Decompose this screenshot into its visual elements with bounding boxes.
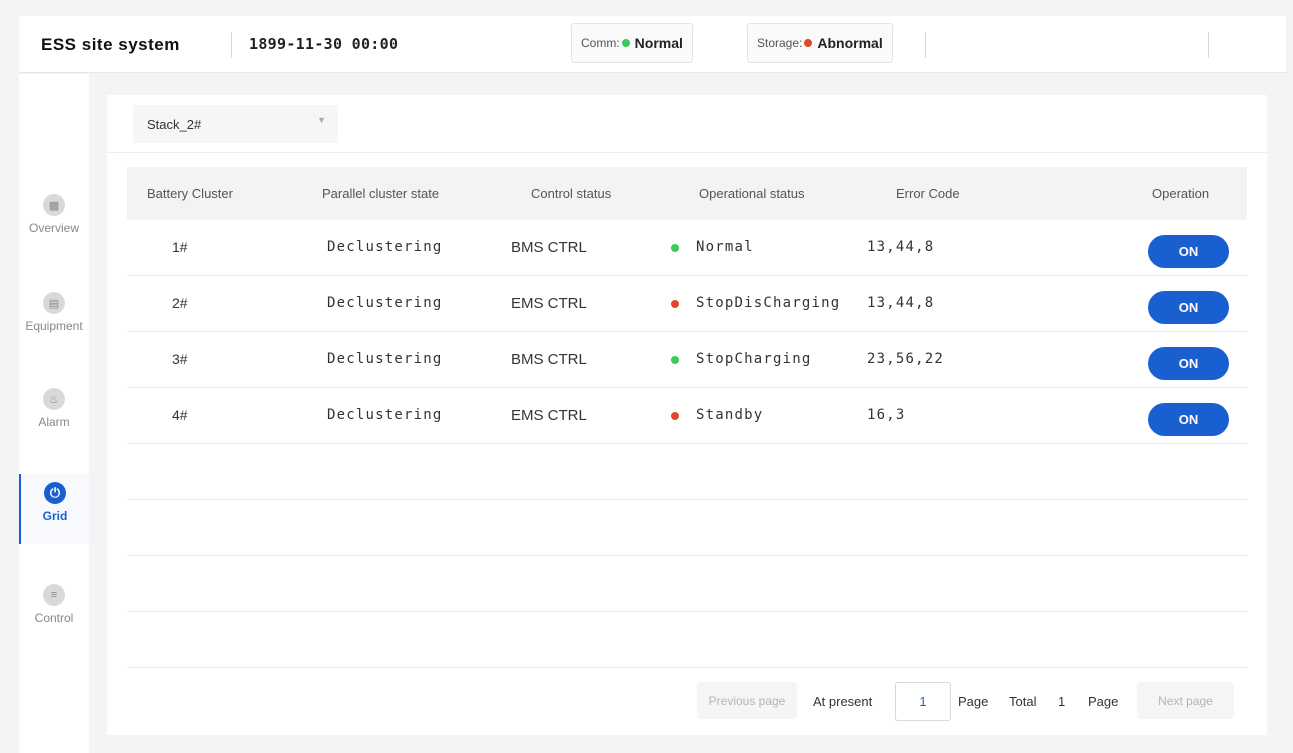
power-icon: ⏻ bbox=[44, 482, 66, 504]
operational-status: Standby bbox=[696, 407, 764, 423]
control-status: EMS CTRL bbox=[511, 295, 587, 312]
alarm-icon: ♨ bbox=[43, 388, 65, 410]
comm-status-badge: Comm: Normal bbox=[571, 23, 693, 63]
empty-table-row bbox=[127, 500, 1247, 556]
status-dot bbox=[671, 300, 679, 308]
storage-status-value: Abnormal bbox=[817, 35, 883, 51]
parallel-state: Declustering bbox=[327, 295, 443, 311]
sidebar-nav: ▩ Overview ▤ Equipment ♨ Alarm ⏻ Grid ≡ … bbox=[19, 74, 89, 753]
stack-select[interactable]: Stack_2# ▼ bbox=[133, 105, 338, 143]
error-code: 23,56,22 bbox=[867, 351, 945, 367]
on-button[interactable]: ON bbox=[1148, 291, 1229, 324]
total-pages: 1 bbox=[1058, 694, 1066, 709]
stack-select-value: Stack_2# bbox=[147, 117, 202, 132]
next-page-button[interactable]: Next page bbox=[1137, 682, 1234, 719]
operational-status: Normal bbox=[696, 239, 754, 255]
table-row: 1# Declustering BMS CTRL Normal 13,44,8 … bbox=[127, 220, 1247, 276]
column-header-operational: Operational status bbox=[699, 186, 805, 201]
sidebar-item-control[interactable]: ≡ Control bbox=[19, 576, 89, 646]
table-row: 4# Declustering EMS CTRL Standby 16,3 ON bbox=[127, 388, 1247, 444]
header-divider bbox=[1208, 32, 1209, 58]
divider bbox=[107, 152, 1267, 153]
sidebar-item-equipment[interactable]: ▤ Equipment bbox=[19, 284, 89, 354]
error-code: 13,44,8 bbox=[867, 239, 935, 255]
previous-page-button[interactable]: Previous page bbox=[697, 682, 797, 719]
server-icon: ▤ bbox=[43, 292, 65, 314]
status-dot bbox=[671, 244, 679, 252]
chevron-down-icon: ▼ bbox=[317, 115, 326, 125]
table-row: 3# Declustering BMS CTRL StopCharging 23… bbox=[127, 332, 1247, 388]
comm-status-value: Normal bbox=[634, 35, 683, 51]
top-header: ESS site system 1899-11-30 00:00 Comm: N… bbox=[19, 16, 1286, 73]
storage-status-badge: Storage: Abnormal bbox=[747, 23, 893, 63]
main-panel: Stack_2# ▼ Battery Cluster Parallel clus… bbox=[107, 95, 1267, 735]
empty-table-row bbox=[127, 612, 1247, 668]
column-header-control: Control status bbox=[531, 186, 612, 201]
control-status: BMS CTRL bbox=[511, 351, 587, 368]
sidebar-item-label: Alarm bbox=[38, 415, 70, 429]
system-datetime: 1899-11-30 00:00 bbox=[249, 35, 399, 53]
operational-status: StopCharging bbox=[696, 351, 812, 367]
sidebar-item-grid[interactable]: ⏻ Grid bbox=[19, 474, 89, 544]
comm-status-label: Comm: bbox=[581, 36, 620, 50]
sidebar-item-label: Control bbox=[34, 611, 74, 625]
parallel-state: Declustering bbox=[327, 407, 443, 423]
at-present-label: At present bbox=[813, 694, 873, 709]
sidebar-item-label: Equipment bbox=[25, 319, 83, 333]
control-status: BMS CTRL bbox=[511, 239, 587, 256]
empty-table-row bbox=[127, 556, 1247, 612]
control-status: EMS CTRL bbox=[511, 407, 587, 424]
status-dot bbox=[671, 412, 679, 420]
empty-table-row bbox=[127, 444, 1247, 500]
storage-status-dot bbox=[804, 39, 813, 47]
column-header-cluster: Battery Cluster bbox=[147, 186, 233, 201]
table-header: Battery Cluster Parallel cluster state C… bbox=[127, 167, 1247, 220]
sidebar-item-label: Overview bbox=[28, 221, 79, 235]
page-number-input[interactable] bbox=[895, 682, 951, 721]
status-dot bbox=[671, 356, 679, 364]
parallel-state: Declustering bbox=[327, 239, 443, 255]
column-header-error: Error Code bbox=[896, 186, 960, 201]
sidebar-item-label: Grid bbox=[42, 509, 68, 523]
bar-chart-icon: ▩ bbox=[43, 194, 65, 216]
on-button[interactable]: ON bbox=[1148, 235, 1229, 268]
cluster-id: 3# bbox=[172, 351, 188, 367]
column-header-operation: Operation bbox=[1152, 186, 1210, 201]
on-button[interactable]: ON bbox=[1148, 347, 1229, 380]
error-code: 16,3 bbox=[867, 407, 906, 423]
cluster-id: 4# bbox=[172, 407, 188, 423]
column-header-parallel: Parallel cluster state bbox=[322, 186, 440, 201]
page-label-2: Page bbox=[1088, 694, 1119, 709]
operational-status: StopDisCharging bbox=[696, 295, 841, 311]
page-label: Page bbox=[958, 694, 989, 709]
storage-status-label: Storage: bbox=[757, 36, 803, 50]
header-divider bbox=[925, 32, 926, 58]
sidebar-item-alarm[interactable]: ♨ Alarm bbox=[19, 380, 89, 450]
header-divider bbox=[231, 32, 232, 58]
sliders-icon: ≡ bbox=[43, 584, 65, 606]
table-row: 2# Declustering EMS CTRL StopDisCharging… bbox=[127, 276, 1247, 332]
on-button[interactable]: ON bbox=[1148, 403, 1229, 436]
sidebar-item-overview[interactable]: ▩ Overview bbox=[19, 186, 89, 256]
parallel-state: Declustering bbox=[327, 351, 443, 367]
comm-status-dot bbox=[621, 39, 630, 47]
app-title: ESS site system bbox=[41, 35, 180, 54]
cluster-id: 2# bbox=[172, 295, 188, 311]
error-code: 13,44,8 bbox=[867, 295, 935, 311]
total-label: Total bbox=[1009, 694, 1037, 709]
cluster-id: 1# bbox=[172, 239, 188, 255]
